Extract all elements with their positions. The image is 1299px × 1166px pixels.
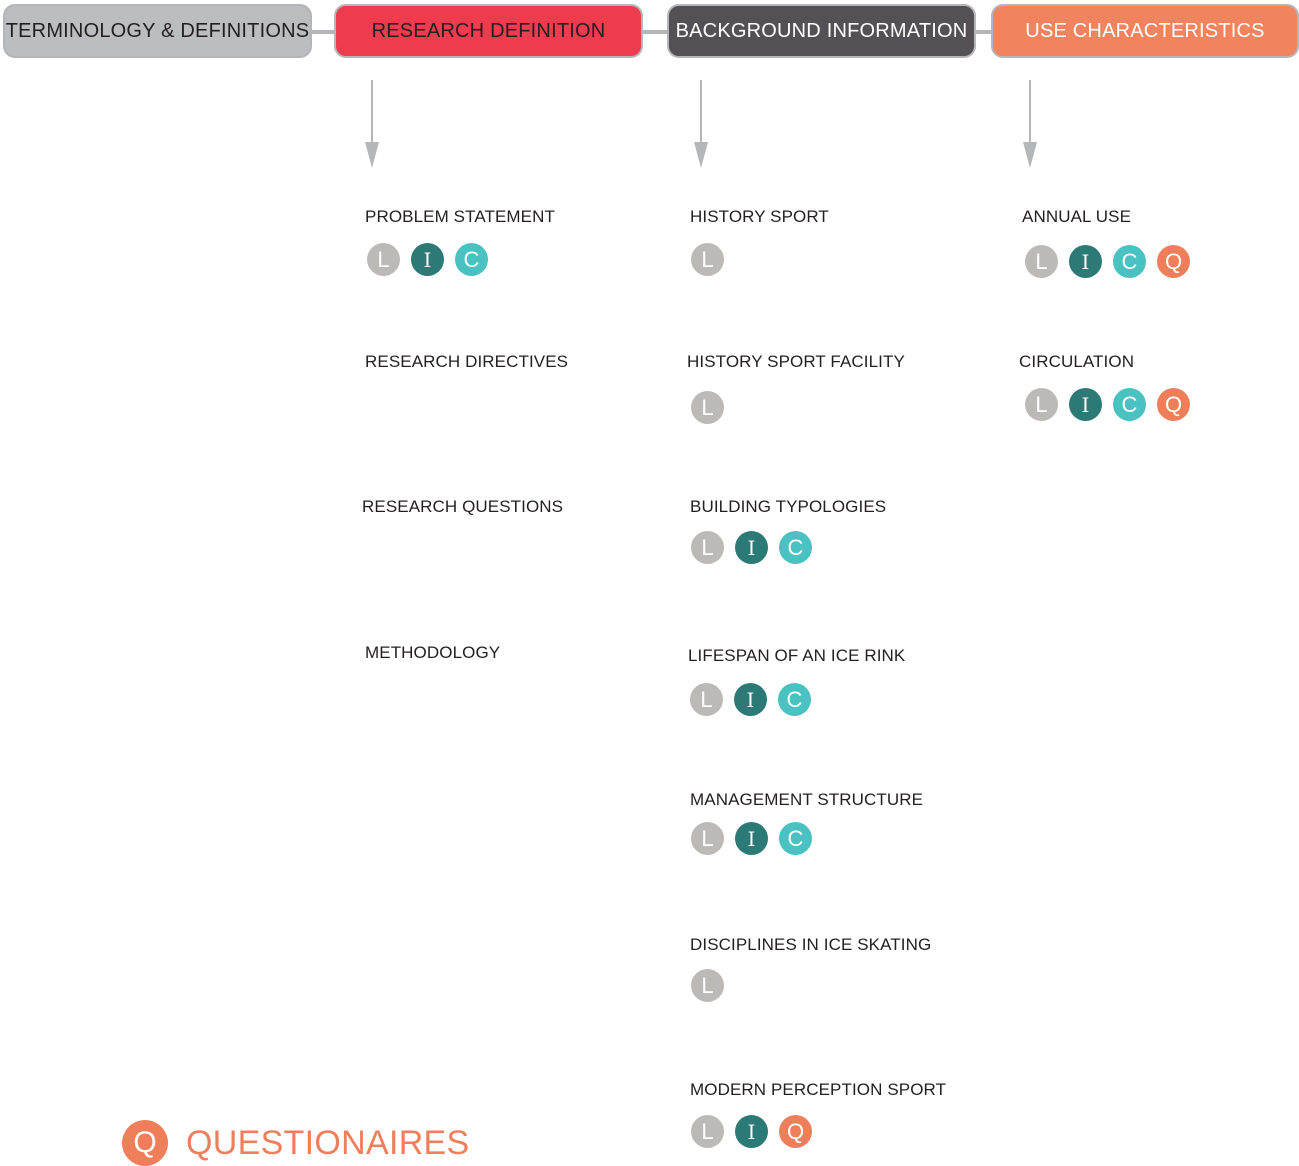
badges-lifespan-ice-rink: LIC	[690, 683, 811, 716]
item-disciplines-ice-skating: DISCIPLINES IN ICE SKATING	[690, 935, 932, 954]
badge-c-icon: C	[455, 243, 488, 276]
item-problem-statement: PROBLEM STATEMENT	[365, 207, 555, 226]
badge-i-icon: I	[1069, 388, 1102, 421]
badges-history-sport: L	[691, 243, 724, 276]
badges-problem-statement: LIC	[367, 243, 488, 276]
badges-modern-perception-sport: LIQ	[691, 1115, 812, 1148]
badge-l-icon: L	[691, 1115, 724, 1148]
badge-i-icon: I	[735, 531, 768, 564]
badge-c-icon: C	[1113, 245, 1146, 278]
badge-l-icon: L	[691, 822, 724, 855]
header-research-definition[interactable]: RESEARCH DEFINITION	[334, 4, 643, 58]
badge-c-icon: C	[779, 822, 812, 855]
item-history-sport: HISTORY SPORT	[690, 207, 829, 226]
down-arrow-icon	[694, 80, 708, 168]
badge-q-icon: Q	[779, 1115, 812, 1148]
item-history-sport-facility: HISTORY SPORT FACILITY	[687, 352, 905, 371]
header-use-characteristics[interactable]: USE CHARACTERISTICS	[991, 4, 1299, 58]
item-circulation: CIRCULATION	[1019, 352, 1135, 371]
badge-l-icon: L	[691, 969, 724, 1002]
badge-i-icon: I	[734, 683, 767, 716]
badge-c-icon: C	[779, 531, 812, 564]
legend-label: QUESTIONAIRES	[186, 1123, 470, 1162]
badges-history-sport-facility: L	[691, 391, 724, 424]
down-arrow-icon	[365, 80, 379, 168]
badge-q-icon: Q	[1157, 388, 1190, 421]
badge-i-icon: I	[411, 243, 444, 276]
badge-l-icon: L	[1025, 388, 1058, 421]
item-modern-perception-sport: MODERN PERCEPTION SPORT	[690, 1080, 947, 1099]
badge-i-icon: I	[1069, 245, 1102, 278]
item-management-structure: MANAGEMENT STRUCTURE	[690, 790, 924, 809]
badge-l-icon: L	[691, 391, 724, 424]
badge-c-icon: C	[778, 683, 811, 716]
item-annual-use: ANNUAL USE	[1022, 207, 1132, 226]
item-methodology: METHODOLOGY	[365, 643, 501, 662]
item-lifespan-ice-rink: LIFESPAN OF AN ICE RINK	[688, 646, 906, 665]
badge-c-icon: C	[1113, 388, 1146, 421]
badge-q-icon: Q	[122, 1120, 168, 1166]
badges-circulation: LICQ	[1025, 388, 1190, 421]
badge-q-icon: Q	[1157, 245, 1190, 278]
header-background-information[interactable]: BACKGROUND INFORMATION	[667, 4, 976, 58]
item-research-questions: RESEARCH QUESTIONS	[362, 497, 564, 516]
badge-l-icon: L	[690, 683, 723, 716]
item-research-directives: RESEARCH DIRECTIVES	[365, 352, 569, 371]
badge-l-icon: L	[691, 243, 724, 276]
legend-badge: Q	[122, 1120, 168, 1166]
badge-i-icon: I	[735, 822, 768, 855]
header-terminology[interactable]: TERMINOLOGY & DEFINITIONS	[3, 4, 312, 58]
badges-management-structure: LIC	[691, 822, 812, 855]
badges-disciplines-ice-skating: L	[691, 969, 724, 1002]
badge-l-icon: L	[367, 243, 400, 276]
badges-annual-use: LICQ	[1025, 245, 1190, 278]
legend: Q QUESTIONAIRES	[122, 1120, 470, 1166]
item-building-typologies: BUILDING TYPOLOGIES	[690, 497, 887, 516]
badge-l-icon: L	[1025, 245, 1058, 278]
down-arrow-icon	[1023, 80, 1037, 168]
badge-i-icon: I	[735, 1115, 768, 1148]
badges-building-typologies: LIC	[691, 531, 812, 564]
badge-l-icon: L	[691, 531, 724, 564]
